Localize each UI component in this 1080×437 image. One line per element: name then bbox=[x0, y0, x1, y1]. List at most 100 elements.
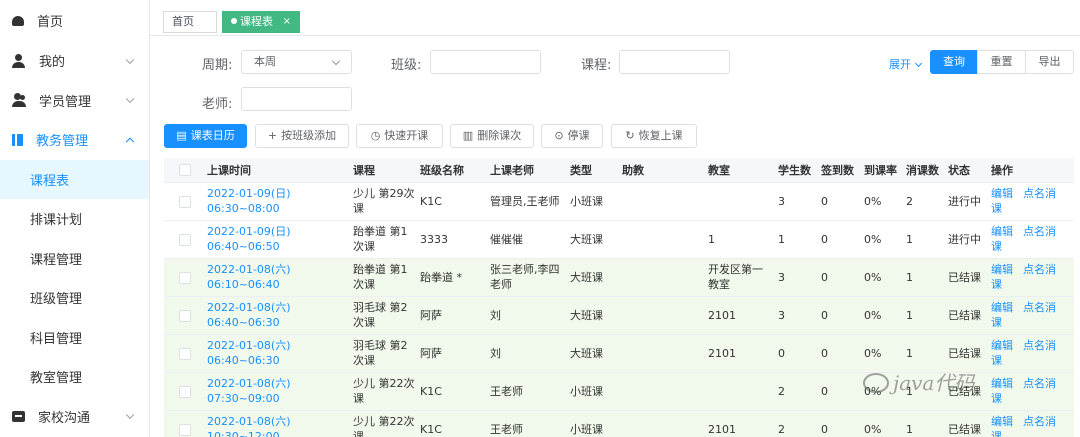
quick-open-button[interactable]: ◷ 快速开课 bbox=[356, 124, 443, 148]
tab-schedule[interactable]: 课程表 × bbox=[222, 11, 300, 33]
add-by-class-button[interactable]: + 按班级添加 bbox=[255, 124, 349, 148]
sidebar-item-label: 首页 bbox=[37, 15, 64, 30]
edit-link[interactable]: 编辑 bbox=[991, 377, 1013, 390]
table-row: 2022-01-08(六) 06:40~06:30 羽毛球 第2次课 阿萨刘大班课 2… bbox=[164, 296, 1074, 335]
export-button[interactable]: 导出 bbox=[1025, 50, 1074, 74]
cell-time[interactable]: 2022-01-08(六) 06:40~06:30 bbox=[202, 296, 348, 335]
column-header: 操作 bbox=[986, 158, 1074, 183]
tab-home[interactable]: 首页 bbox=[163, 11, 217, 33]
cell-class: 跆拳道 * bbox=[415, 258, 485, 297]
cell-assistant bbox=[617, 296, 703, 335]
sidebar-item-courses[interactable]: 课程管理 bbox=[0, 239, 149, 279]
expand-link[interactable]: 展开 bbox=[889, 56, 923, 72]
chevron-down-icon bbox=[125, 410, 135, 420]
cell-room: 开发区第一教室 bbox=[703, 258, 773, 297]
sidebar-item-students[interactable]: 学员管理 bbox=[0, 81, 149, 121]
cell-rate: 0% bbox=[859, 296, 901, 335]
row-checkbox[interactable] bbox=[179, 309, 191, 322]
column-header: 类型 bbox=[565, 158, 617, 183]
edit-link[interactable]: 编辑 bbox=[991, 415, 1013, 428]
query-button[interactable]: 查询 bbox=[930, 50, 978, 74]
edit-link[interactable]: 编辑 bbox=[991, 187, 1013, 200]
edit-link[interactable]: 编辑 bbox=[991, 339, 1013, 352]
column-header: 签到数 bbox=[816, 158, 859, 183]
cell-time[interactable]: 2022-01-08(六) 10:30~12:00 bbox=[202, 410, 348, 437]
table-header-row: 上课时间 课程 班级名称 上课老师 类型 助教 教室 学生数 签到数 到课率 消… bbox=[164, 158, 1074, 183]
cell-students: 3 bbox=[773, 258, 816, 297]
sidebar-item-label: 排课计划 bbox=[30, 213, 83, 229]
sidebar-item-label: 家校沟通 bbox=[38, 410, 91, 426]
sidebar-item-rooms[interactable]: 教室管理 bbox=[0, 357, 149, 397]
cell-type: 小班课 bbox=[565, 182, 617, 221]
teacher-input[interactable] bbox=[241, 87, 352, 111]
edit-link[interactable]: 编辑 bbox=[991, 263, 1013, 276]
cell-consumed: 1 bbox=[901, 220, 943, 259]
row-checkbox[interactable] bbox=[179, 423, 191, 436]
stop-circle-icon: ⊙ bbox=[554, 129, 564, 142]
period-select[interactable]: 本周 bbox=[241, 50, 352, 74]
sidebar-item-home[interactable]: 首页 bbox=[0, 0, 149, 41]
cell-signed: 0 bbox=[816, 220, 859, 259]
sidebar-item-plan[interactable]: 排课计划 bbox=[0, 199, 149, 239]
user-icon bbox=[12, 53, 26, 68]
sidebar-item-communication[interactable]: 家校沟通 bbox=[0, 397, 149, 437]
cell-status: 进行中 bbox=[943, 182, 986, 221]
cell-course: 跆拳道 第1次课 bbox=[348, 220, 415, 259]
cell-students: 0 bbox=[773, 334, 816, 373]
cell-actions: 编辑 点名消课 bbox=[986, 334, 1074, 373]
course-input[interactable] bbox=[619, 50, 730, 74]
period-label: 周期: bbox=[202, 58, 233, 73]
cell-room: 2101 bbox=[703, 410, 773, 437]
cell-course: 羽毛球 第2次课 bbox=[348, 296, 415, 335]
chat-icon bbox=[12, 410, 25, 422]
cell-time[interactable]: 2022-01-08(六) 06:10~06:40 bbox=[202, 258, 348, 297]
cell-course: 少儿 第22次课 bbox=[348, 372, 415, 411]
button-label: 恢复上课 bbox=[638, 129, 683, 142]
row-checkbox[interactable] bbox=[179, 233, 191, 246]
cell-class: 阿萨 bbox=[415, 296, 485, 335]
sidebar-item-mine[interactable]: 我的 bbox=[0, 41, 149, 81]
cell-signed: 0 bbox=[816, 182, 859, 221]
sidebar-item-academic[interactable]: 教务管理 bbox=[0, 120, 149, 160]
cell-teacher: 刘 bbox=[485, 296, 565, 335]
cell-students: 3 bbox=[773, 182, 816, 221]
cell-signed: 0 bbox=[816, 334, 859, 373]
dashboard-icon bbox=[12, 15, 24, 26]
row-checkbox[interactable] bbox=[179, 347, 191, 360]
chevron-down-icon bbox=[125, 55, 135, 64]
cell-time[interactable]: 2022-01-08(六) 07:30~09:00 bbox=[202, 372, 348, 411]
reset-button[interactable]: 重置 bbox=[977, 50, 1026, 74]
cell-assistant bbox=[617, 334, 703, 373]
wechat-watermark-icon bbox=[863, 373, 889, 393]
cell-room: 2101 bbox=[703, 334, 773, 373]
calendar-button[interactable]: ▤ 课表日历 bbox=[164, 124, 247, 148]
button-label: 删除课次 bbox=[477, 129, 522, 142]
sidebar-item-subjects[interactable]: 科目管理 bbox=[0, 318, 149, 358]
column-header: 到课率 bbox=[859, 158, 901, 183]
row-select-cell bbox=[164, 334, 202, 373]
class-input[interactable] bbox=[430, 50, 541, 74]
sidebar-item-classes[interactable]: 班级管理 bbox=[0, 278, 149, 318]
row-checkbox[interactable] bbox=[179, 195, 191, 208]
cell-type: 小班课 bbox=[565, 372, 617, 411]
sidebar: 首页 我的 学员管理 教务管理 课程表 排课计划 课程管理 班级管理 科目管理 … bbox=[0, 0, 150, 437]
select-all-checkbox[interactable] bbox=[179, 164, 191, 177]
resume-class-button[interactable]: ↻ 恢复上课 bbox=[611, 124, 697, 148]
cell-time[interactable]: 2022-01-08(六) 06:40~06:30 bbox=[202, 334, 348, 373]
edit-link[interactable]: 编辑 bbox=[991, 301, 1013, 314]
close-icon[interactable]: × bbox=[283, 12, 291, 32]
edit-link[interactable]: 编辑 bbox=[991, 225, 1013, 238]
cell-time[interactable]: 2022-01-09(日) 06:30~08:00 bbox=[202, 182, 348, 221]
cell-students: 1 bbox=[773, 220, 816, 259]
academic-submenu: 课程表 排课计划 课程管理 班级管理 科目管理 教室管理 bbox=[0, 159, 149, 397]
cell-status: 已结课 bbox=[943, 410, 986, 437]
column-header: 学生数 bbox=[773, 158, 816, 183]
cell-course: 跆拳道 第1次课 bbox=[348, 258, 415, 297]
delete-session-button[interactable]: ▥ 删除课次 bbox=[450, 124, 534, 148]
sidebar-item-schedule[interactable]: 课程表 bbox=[0, 159, 149, 199]
cell-time[interactable]: 2022-01-09(日) 06:40~06:50 bbox=[202, 220, 348, 259]
row-checkbox[interactable] bbox=[179, 271, 191, 284]
row-checkbox[interactable] bbox=[179, 385, 191, 398]
stop-class-button[interactable]: ⊙ 停课 bbox=[541, 124, 603, 148]
calendar-icon: ▤ bbox=[176, 129, 187, 142]
